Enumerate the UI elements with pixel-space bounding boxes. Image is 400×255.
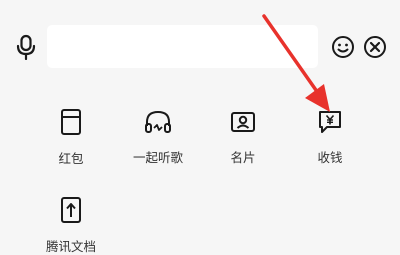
microphone-icon <box>16 34 36 60</box>
close-circle-icon <box>364 36 386 58</box>
tencent-docs-tile[interactable]: 腾讯文档 <box>26 184 116 254</box>
contact-card-tile[interactable]: 名片 <box>198 96 288 166</box>
red-packet-tile[interactable]: 红包 <box>26 96 116 166</box>
tile-label: 腾讯文档 <box>45 239 96 254</box>
tile-label: 红包 <box>58 151 84 166</box>
tencent-docs-icon <box>61 197 81 223</box>
more-functions-panel: 红包 一起听歌 名片 收钱 腾讯文档 <box>0 92 400 254</box>
message-input[interactable] <box>47 25 318 68</box>
receive-money-tile[interactable]: 收钱 <box>285 96 375 166</box>
headphones-icon <box>145 110 171 133</box>
emoji-button[interactable] <box>329 33 357 61</box>
smiley-icon <box>332 36 354 58</box>
voice-button[interactable] <box>12 33 40 61</box>
contact-card-icon <box>231 111 255 132</box>
listen-together-tile[interactable]: 一起听歌 <box>113 96 203 166</box>
receive-money-icon <box>319 110 341 133</box>
input-bar <box>0 0 400 92</box>
tile-label: 收钱 <box>317 150 343 165</box>
red-packet-icon <box>61 109 81 135</box>
tile-label: 名片 <box>230 150 256 165</box>
close-panel-button[interactable] <box>361 33 389 61</box>
tile-label: 一起听歌 <box>132 150 183 165</box>
